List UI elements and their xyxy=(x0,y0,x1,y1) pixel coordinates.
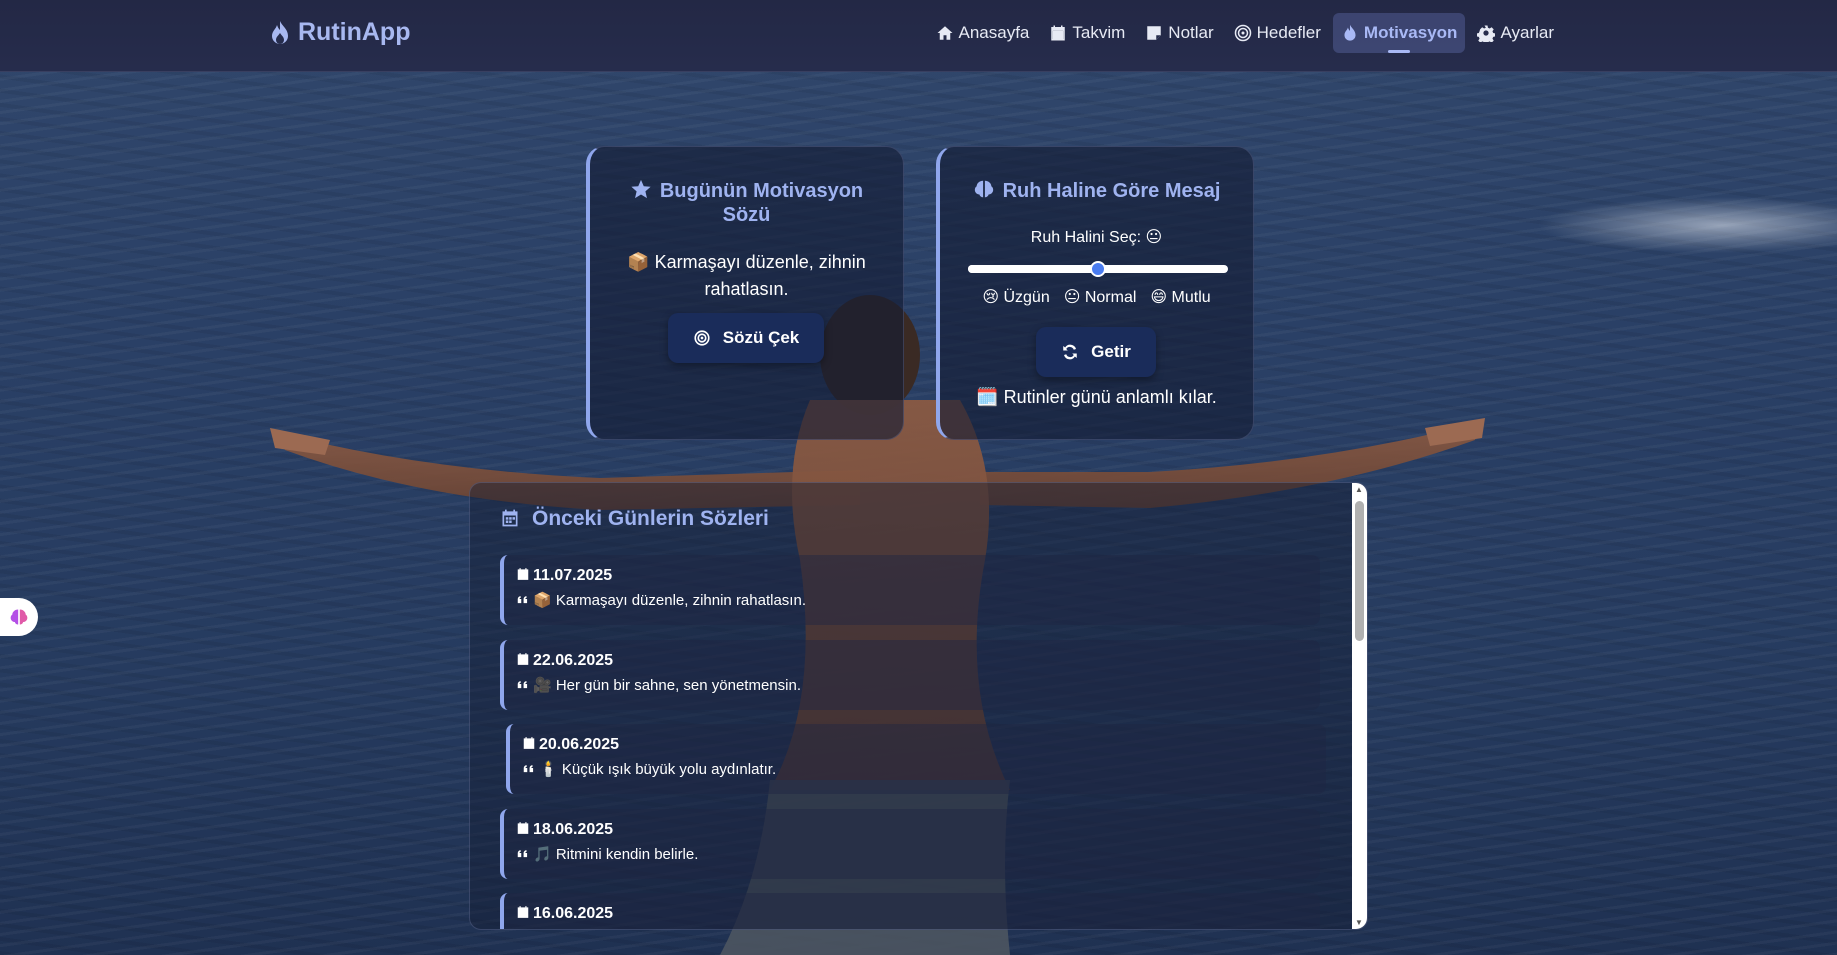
history-entry: 11.07.2025 📦 Karmaşayı düzenle, zihnin r… xyxy=(500,555,1320,625)
brain-icon xyxy=(10,609,28,625)
nav-item-motivasyon[interactable]: Motivasyon xyxy=(1332,13,1466,53)
gear-icon xyxy=(1477,25,1496,42)
history-entry: 16.06.2025 xyxy=(500,893,1320,929)
mood-label-normal: 😐 Normal xyxy=(1063,289,1137,306)
brand[interactable]: RutinApp xyxy=(268,18,410,47)
refresh-icon xyxy=(1063,344,1077,360)
mood-labels: 😢 Üzgün 😐 Normal 😄 Mutlu xyxy=(940,287,1253,307)
nav-label: Hedefler xyxy=(1256,23,1321,42)
previous-quotes-title: Önceki Günlerin Sözleri xyxy=(500,507,769,531)
draw-quote-button-label: Sözü Çek xyxy=(722,328,800,347)
history-entry-text: 🎵 Ritmini kendin belirle. xyxy=(516,845,1308,863)
target-icon xyxy=(1234,24,1251,42)
nav-label: Notlar xyxy=(1168,23,1214,42)
history-entry: 22.06.2025 🎥 Her gün bir sahne, sen yöne… xyxy=(500,640,1320,710)
nav-item-ayarlar[interactable]: Ayarlar xyxy=(1469,13,1562,53)
brain-icon xyxy=(974,180,993,198)
mood-title: Ruh Haline Göre Mesaj xyxy=(950,178,1243,203)
daily-quote-card: Bugünün Motivasyon Sözü 📦 Karmaşayı düze… xyxy=(586,146,904,440)
draw-quote-button[interactable]: Sözü Çek xyxy=(668,313,824,363)
quote-icon xyxy=(523,765,534,773)
history-entry-date: 22.06.2025 xyxy=(516,652,1308,670)
nav-label: Motivasyon xyxy=(1363,23,1458,42)
nav-item-notlar[interactable]: Notlar xyxy=(1137,13,1221,53)
mood-slider[interactable] xyxy=(968,261,1228,277)
get-message-button-label: Getir xyxy=(1091,342,1131,361)
history-entry-text: 📦 Karmaşayı düzenle, zihnin rahatlasın. xyxy=(516,591,1308,609)
history-entry-date: 18.06.2025 xyxy=(516,821,1308,839)
flame-icon xyxy=(1344,24,1356,41)
calendar-icon xyxy=(517,653,529,665)
history-entry: 18.06.2025 🎵 Ritmini kendin belirle. xyxy=(500,809,1320,879)
previous-quotes-panel[interactable]: Önceki Günlerin Sözleri 11.07.2025 📦 Kar… xyxy=(469,482,1368,930)
calendar-icon xyxy=(502,509,518,527)
mood-card: Ruh Haline Göre Mesaj Ruh Halini Seç: 😐 … xyxy=(936,146,1254,440)
navbar: RutinApp Anasayfa Takvim Notlar Hedefler… xyxy=(0,0,1837,72)
mood-slider-thumb[interactable] xyxy=(1090,261,1106,277)
nav-item-hedefler[interactable]: Hedefler xyxy=(1226,13,1329,53)
calendar-icon xyxy=(517,906,529,918)
nav-item-anasayfa[interactable]: Anasayfa xyxy=(928,13,1038,53)
nav-label: Ayarlar xyxy=(1500,23,1554,42)
history-entry-date: 16.06.2025 xyxy=(516,905,1308,923)
side-widget-button[interactable] xyxy=(0,598,38,636)
nav-item-takvim[interactable]: Takvim xyxy=(1041,13,1133,53)
history-entry-text: 🎥 Her gün bir sahne, sen yönetmensin. xyxy=(516,676,1308,694)
history-entry-text: 🕯️ Küçük ışık büyük yolu aydınlatır. xyxy=(522,760,1314,778)
history-entry: 20.06.2025 🕯️ Küçük ışık büyük yolu aydı… xyxy=(506,724,1326,794)
target-icon xyxy=(694,330,710,346)
scrollbar[interactable]: ▲ ▼ xyxy=(1352,483,1367,929)
brand-name: RutinApp xyxy=(298,18,411,46)
mood-slider-fill xyxy=(968,265,1098,273)
mood-label-sad: 😢 Üzgün xyxy=(982,289,1050,306)
mood-prompt: Ruh Halini Seç: 😐 xyxy=(1030,229,1163,246)
history-entry-date: 20.06.2025 xyxy=(522,736,1314,754)
scroll-thumb[interactable] xyxy=(1355,501,1364,641)
daily-quote-text: 📦 Karmaşayı düzenle, zihnin rahatlasın. xyxy=(627,252,866,299)
star-icon xyxy=(631,179,651,199)
quote-icon xyxy=(517,850,528,858)
scroll-down-icon[interactable]: ▼ xyxy=(1355,918,1363,927)
scroll-up-icon[interactable]: ▲ xyxy=(1355,485,1363,494)
quote-icon xyxy=(517,596,528,604)
note-icon xyxy=(1147,26,1162,40)
calendar-icon xyxy=(523,737,535,749)
flame-icon xyxy=(272,20,288,44)
home-icon xyxy=(937,26,952,40)
mood-label-happy: 😄 Mutlu xyxy=(1150,289,1211,306)
calendar-icon xyxy=(517,568,529,580)
mood-message: 🗓️ Rutinler günü anlamlı kılar. xyxy=(976,387,1217,407)
calendar-icon xyxy=(517,822,529,834)
nav-label: Anasayfa xyxy=(958,23,1030,42)
daily-quote-title: Bugünün Motivasyon Sözü xyxy=(614,178,879,227)
history-entry-date: 11.07.2025 xyxy=(516,567,1308,585)
get-message-button[interactable]: Getir xyxy=(1036,327,1156,377)
nav-label: Takvim xyxy=(1072,23,1126,42)
quote-icon xyxy=(517,681,528,689)
main-nav: Anasayfa Takvim Notlar Hedefler Motivasy… xyxy=(928,13,1563,53)
calendar-icon xyxy=(1051,25,1066,41)
